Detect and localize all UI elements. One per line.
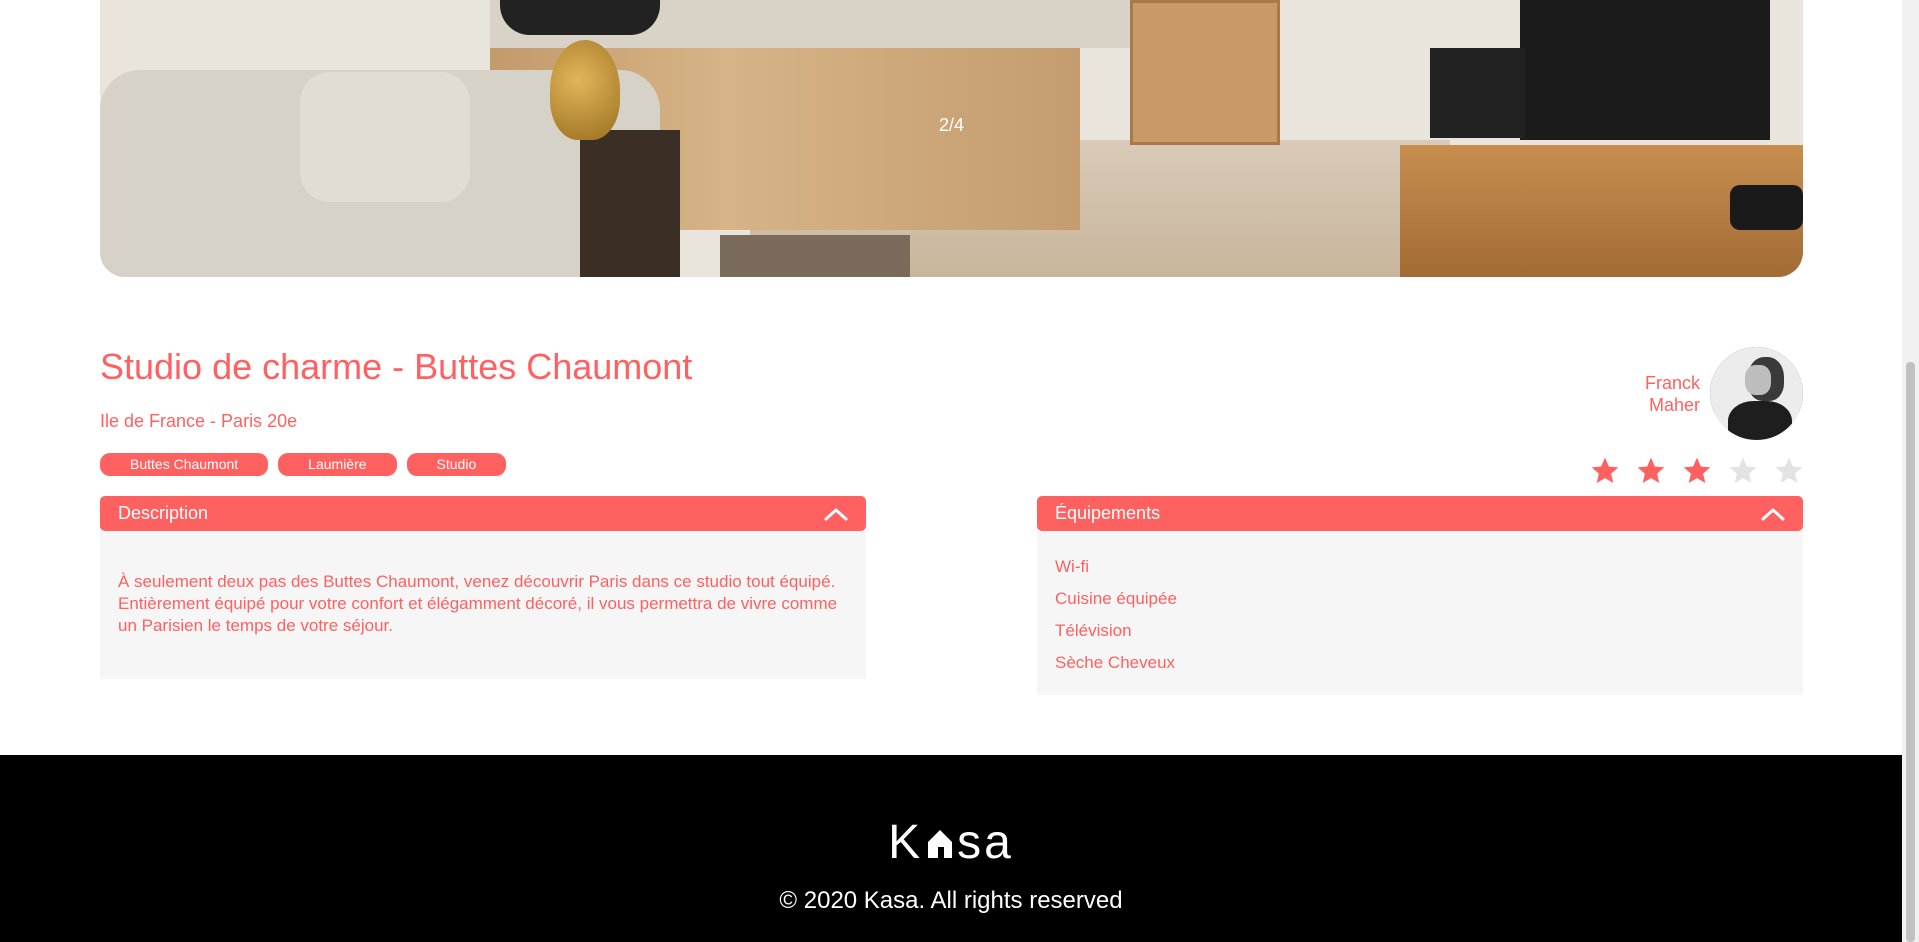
equipment-item: Télévision bbox=[1055, 621, 1132, 640]
avatar bbox=[1710, 347, 1803, 440]
host-last-name: Maher bbox=[1648, 394, 1700, 415]
description-title: Description bbox=[118, 503, 209, 523]
equipments-body: Wi-fi Cuisine équipée Télévision Sèche C… bbox=[1037, 531, 1803, 695]
tag: Studio bbox=[406, 453, 507, 476]
chevron-up-icon[interactable] bbox=[1761, 507, 1785, 521]
listing-location: Ile de France - Paris 20e bbox=[100, 411, 298, 431]
gallery-carousel[interactable]: 2/4 bbox=[100, 0, 1803, 277]
description-body: À seulement deux pas des Buttes Chaumont… bbox=[100, 531, 866, 679]
star-empty-icon bbox=[1775, 457, 1803, 483]
house-icon bbox=[928, 829, 953, 858]
description-text: À seulement deux pas des Buttes Chaumont… bbox=[118, 572, 838, 635]
host-first-name: Franck bbox=[1644, 372, 1700, 393]
equipments-toggle[interactable]: Équipements bbox=[1037, 496, 1803, 531]
gallery-counter: 2/4 bbox=[938, 115, 965, 135]
star-empty-icon bbox=[1729, 457, 1757, 483]
description-toggle[interactable]: Description bbox=[100, 496, 866, 531]
footer-copyright: © 2020 Kasa. All rights reserved bbox=[779, 887, 1123, 914]
logo-letters: sa bbox=[957, 816, 1014, 869]
star-filled-icon bbox=[1637, 457, 1665, 483]
scrollbar-thumb[interactable] bbox=[1906, 362, 1915, 942]
star-filled-icon bbox=[1591, 457, 1619, 483]
star-filled-icon bbox=[1683, 457, 1711, 483]
equipments-title: Équipements bbox=[1055, 503, 1161, 523]
description-collapse: Description À seulement deux pas des But… bbox=[100, 496, 866, 679]
tag: Buttes Chaumont bbox=[100, 453, 269, 476]
listing-title: Studio de charme - Buttes Chaumont bbox=[100, 346, 693, 387]
host-info: Franck Maher bbox=[1630, 347, 1803, 440]
equipment-item: Cuisine équipée bbox=[1055, 589, 1177, 608]
footer-logo[interactable]: K sa bbox=[0, 815, 1902, 870]
equipment-item: Sèche Cheveux bbox=[1055, 653, 1176, 672]
equipment-item: Wi-fi bbox=[1055, 557, 1089, 576]
footer: K sa © 2020 Kasa. All rights reserved bbox=[0, 755, 1902, 942]
equipments-collapse: Équipements Wi-fi Cuisine équipée Télévi… bbox=[1037, 496, 1803, 695]
tag: Laumière bbox=[278, 453, 397, 476]
tag-list: Buttes Chaumont Laumière Studio bbox=[100, 453, 507, 476]
logo-letter: K bbox=[888, 816, 924, 869]
rating-stars bbox=[1589, 455, 1805, 487]
chevron-up-icon[interactable] bbox=[824, 507, 848, 521]
host-name: Franck Maher bbox=[1630, 372, 1700, 416]
